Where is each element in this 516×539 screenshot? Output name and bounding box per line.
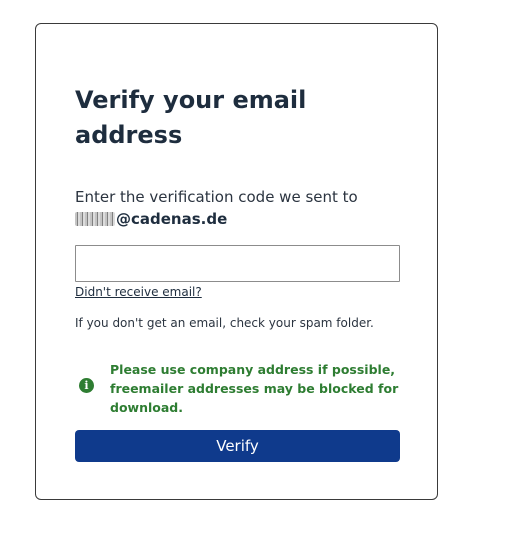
spam-folder-hint: If you don't get an email, check your sp… <box>75 316 374 330</box>
verification-card: Verify your email address Enter the veri… <box>35 23 438 500</box>
instruction-label: Enter the verification code we sent to <box>75 188 358 206</box>
verification-code-input[interactable] <box>75 245 400 282</box>
verify-button[interactable]: Verify <box>75 430 400 462</box>
instruction-text: Enter the verification code we sent to @… <box>75 186 405 230</box>
redacted-email-user <box>75 212 115 226</box>
info-icon: i <box>79 378 94 393</box>
company-address-notice: i Please use company address if possible… <box>75 360 400 417</box>
resend-email-link[interactable]: Didn't receive email? <box>75 284 202 300</box>
email-address: @cadenas.de <box>75 208 405 230</box>
email-domain: @cadenas.de <box>116 210 228 228</box>
page-title: Verify your email address <box>75 86 307 149</box>
notice-text: Please use company address if possible, … <box>110 362 399 415</box>
